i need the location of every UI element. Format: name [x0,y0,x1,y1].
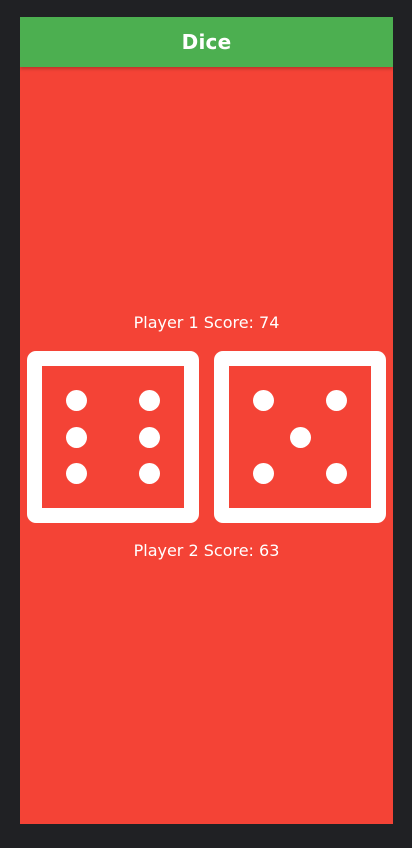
die-pip [290,427,311,448]
die-pip [326,463,347,484]
device-frame: Dice Player 1 Score: 74 Player 2 Score: … [0,0,412,848]
die-pip [326,390,347,411]
right-die-face [229,366,371,508]
player-2-score: Player 2 Score: 63 [133,541,280,560]
left-die-face [42,366,184,508]
app-screen: Dice Player 1 Score: 74 Player 2 Score: … [20,17,393,824]
die-pip [66,390,87,411]
die-pip [66,427,87,448]
die-pip [253,463,274,484]
app-bar: Dice [20,17,393,67]
player-1-score: Player 1 Score: 74 [133,313,280,332]
right-die-button[interactable] [214,351,386,523]
die-pip [253,390,274,411]
left-die-button[interactable] [27,351,199,523]
die-pip [139,463,160,484]
die-pip [139,427,160,448]
app-title: Dice [181,30,232,54]
die-pip [66,463,87,484]
die-pip [139,390,160,411]
